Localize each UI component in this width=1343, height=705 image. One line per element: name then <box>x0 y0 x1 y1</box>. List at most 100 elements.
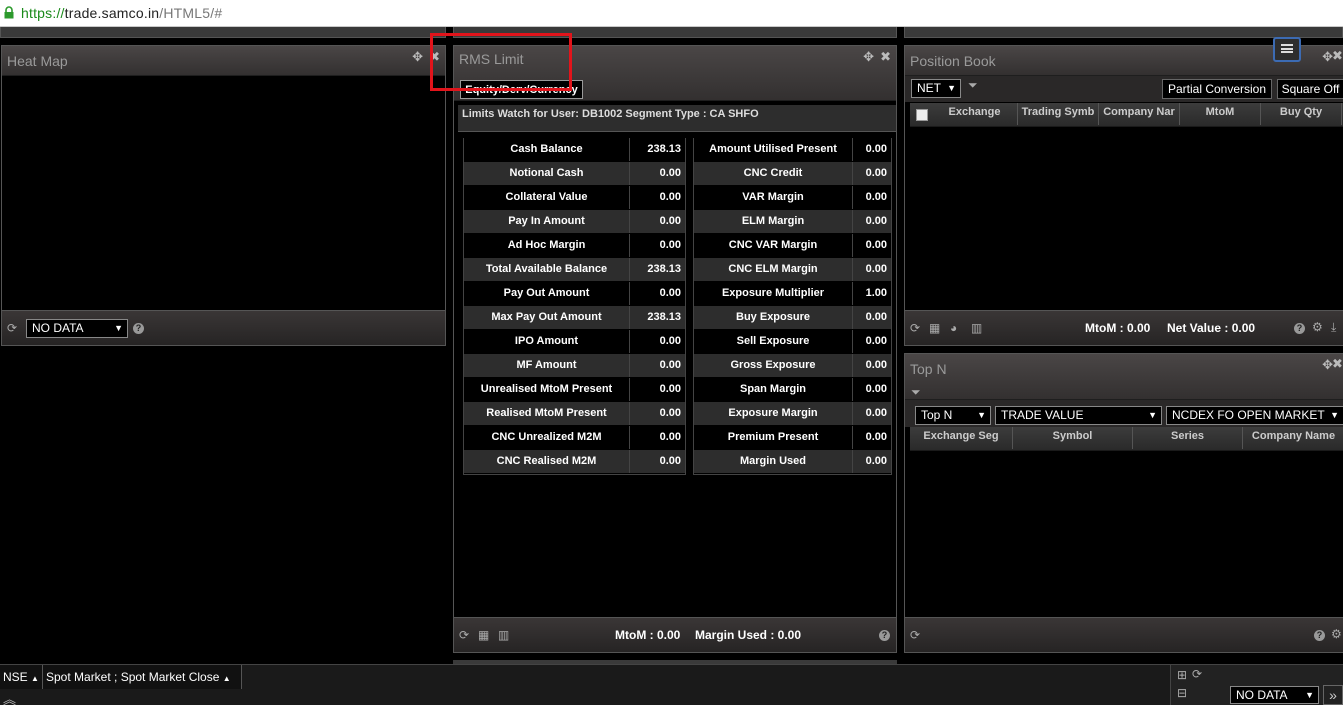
partial-conversion-button[interactable]: Partial Conversion <box>1162 79 1272 99</box>
double-chevron-up-icon[interactable]: ︽ <box>3 689 16 705</box>
rms-row: Amount Utilised Present 0.00 <box>694 138 891 162</box>
bar-chart-icon[interactable]: ▥ <box>971 321 982 335</box>
top-n-title: Top N <box>910 361 947 377</box>
rms-label: CNC Unrealized M2M <box>464 426 630 449</box>
rms-row: Exposure Multiplier 1.00 <box>694 282 891 306</box>
column-header[interactable]: Company Nar <box>1099 103 1180 125</box>
help-icon[interactable]: ? <box>879 630 890 641</box>
position-book-toolbar: NET ▼ ⏷ Partial Conversion Square Off <box>905 76 1343 102</box>
rms-row: Exposure Margin 0.00 <box>694 402 891 426</box>
rms-value: 238.13 <box>630 306 685 329</box>
rms-label: CNC VAR Margin <box>694 234 853 257</box>
download-icon[interactable]: ⤓ <box>1331 320 1336 335</box>
rms-row: Pay In Amount 0.00 <box>464 210 685 234</box>
chevron-down-icon: ▼ <box>977 410 986 420</box>
column-header[interactable]: Exchange <box>932 103 1018 125</box>
column-header[interactable]: Buy Qty <box>1261 103 1342 125</box>
help-icon[interactable]: ? <box>133 323 144 334</box>
gear-icon[interactable]: ⚙ <box>1331 627 1342 641</box>
chevron-down-icon: ▼ <box>1330 410 1339 420</box>
exchange-tab[interactable]: NSE ▲ <box>0 665 43 689</box>
rms-row: Gross Exposure 0.00 <box>694 354 891 378</box>
refresh-icon[interactable]: ⟳ <box>1192 667 1202 681</box>
chevron-down-icon: ▼ <box>114 323 123 333</box>
status-bar: NSE ▲ Spot Market ; Spot Market Close ▲ … <box>0 664 1343 705</box>
rms-label: Exposure Margin <box>694 402 853 425</box>
market-status-tab[interactable]: Spot Market ; Spot Market Close ▲ <box>43 665 242 689</box>
rms-row: ELM Margin 0.00 <box>694 210 891 234</box>
top-n-type-select[interactable]: Top N ▼ <box>915 406 991 425</box>
double-chevron-right-icon[interactable]: » <box>1323 685 1343 705</box>
rms-row: Cash Balance 238.13 <box>464 138 685 162</box>
refresh-icon[interactable]: ⟳ <box>910 321 920 335</box>
rms-row: Realised MtoM Present 0.00 <box>464 402 685 426</box>
bar-chart-icon[interactable]: ▥ <box>498 628 509 642</box>
rms-value: 238.13 <box>630 138 685 161</box>
rms-label: Exposure Multiplier <box>694 282 853 305</box>
rms-value: 0.00 <box>630 210 685 233</box>
heat-map-header: Heat Map ✥ ✖ <box>2 46 445 76</box>
minus-icon[interactable]: ⊟ <box>1177 686 1187 700</box>
net-select[interactable]: NET ▼ <box>911 79 961 98</box>
chevron-down-icon: ▼ <box>1305 690 1314 700</box>
rms-value: 0.00 <box>853 162 891 185</box>
rms-label: Gross Exposure <box>694 354 853 377</box>
gear-icon[interactable]: ⚙ <box>1312 320 1323 334</box>
grid-icon[interactable]: ▦ <box>478 628 489 642</box>
rms-row: Ad Hoc Margin 0.00 <box>464 234 685 258</box>
heat-map-dropdown[interactable]: NO DATA ▼ <box>26 319 128 338</box>
pie-chart-icon[interactable]: ◕ <box>950 321 957 335</box>
column-header[interactable]: Symbol <box>1013 427 1133 449</box>
rms-value: 0.00 <box>853 402 891 425</box>
rms-right-table: Amount Utilised Present 0.00 CNC Credit 0.0… <box>694 138 891 474</box>
rms-label: Cash Balance <box>464 138 630 161</box>
close-icon[interactable]: ✖ <box>1332 356 1343 372</box>
rms-label: Pay In Amount <box>464 210 630 233</box>
close-icon[interactable]: ✖ <box>1332 48 1343 64</box>
rms-footer-mtom: MtoM : 0.00 <box>615 628 681 642</box>
rms-row: IPO Amount 0.00 <box>464 330 685 354</box>
filter-icon[interactable]: ⏷ <box>968 78 978 93</box>
filter-icon[interactable]: ⏷ <box>911 385 921 400</box>
rms-value: 0.00 <box>853 378 891 401</box>
rms-label: IPO Amount <box>464 330 630 353</box>
top-n-market-select[interactable]: NCDEX FO OPEN MARKET ▼ <box>1166 406 1343 425</box>
rms-row: Sell Exposure 0.00 <box>694 330 891 354</box>
rms-label: ELM Margin <box>694 210 853 233</box>
square-off-button[interactable]: Square Off <box>1277 79 1343 99</box>
top-n-grid-header: Exchange Seg Symbol Series Company Name <box>910 427 1343 451</box>
rms-label: Sell Exposure <box>694 330 853 353</box>
rms-row: CNC Realised M2M 0.00 <box>464 450 685 474</box>
grid-icon[interactable]: ▦ <box>929 321 940 335</box>
add-icon[interactable]: ⊞ <box>1177 668 1187 682</box>
column-header[interactable]: Company Name <box>1243 427 1343 449</box>
menu-button[interactable] <box>1273 37 1301 62</box>
rms-value: 0.00 <box>853 306 891 329</box>
refresh-icon[interactable]: ⟳ <box>910 628 920 642</box>
help-icon[interactable]: ? <box>1294 323 1305 334</box>
rms-footer-margin-used: Margin Used : 0.00 <box>695 628 802 642</box>
column-header[interactable]: MtoM <box>1180 103 1261 125</box>
move-icon[interactable]: ✥ <box>412 49 423 65</box>
rms-row: Unrealised MtoM Present 0.00 <box>464 378 685 402</box>
column-header[interactable]: Series <box>1133 427 1243 449</box>
move-icon[interactable]: ✥ <box>863 49 874 65</box>
select-all-checkbox[interactable] <box>916 109 928 121</box>
status-bar-right: ⊞ ⟳ ⊟ NO DATA ▼ » <box>1170 665 1343 705</box>
rms-row: Premium Present 0.00 <box>694 426 891 450</box>
column-header[interactable]: Trading Symb <box>1018 103 1099 125</box>
top-n-metric-select[interactable]: TRADE VALUE ▼ <box>995 406 1162 425</box>
position-book-grid-header: Exchange Trading Symb Company Nar MtoM B… <box>910 103 1343 127</box>
rms-label: Ad Hoc Margin <box>464 234 630 257</box>
column-header[interactable]: Exchange Seg <box>910 427 1013 449</box>
status-dropdown[interactable]: NO DATA ▼ <box>1230 686 1319 704</box>
limits-info: Limits Watch for User: DB1002 Segment Ty… <box>458 105 896 132</box>
help-icon[interactable]: ? <box>1314 630 1325 641</box>
rms-row: CNC VAR Margin 0.00 <box>694 234 891 258</box>
position-book-title: Position Book <box>910 53 996 69</box>
refresh-icon[interactable]: ⟳ <box>459 628 469 642</box>
close-icon[interactable]: ✖ <box>880 49 891 65</box>
refresh-icon[interactable]: ⟳ <box>7 321 17 335</box>
chevron-down-icon: ▼ <box>1148 410 1157 420</box>
address-bar[interactable]: https://trade.samco.in/HTML5/# <box>0 0 1343 27</box>
